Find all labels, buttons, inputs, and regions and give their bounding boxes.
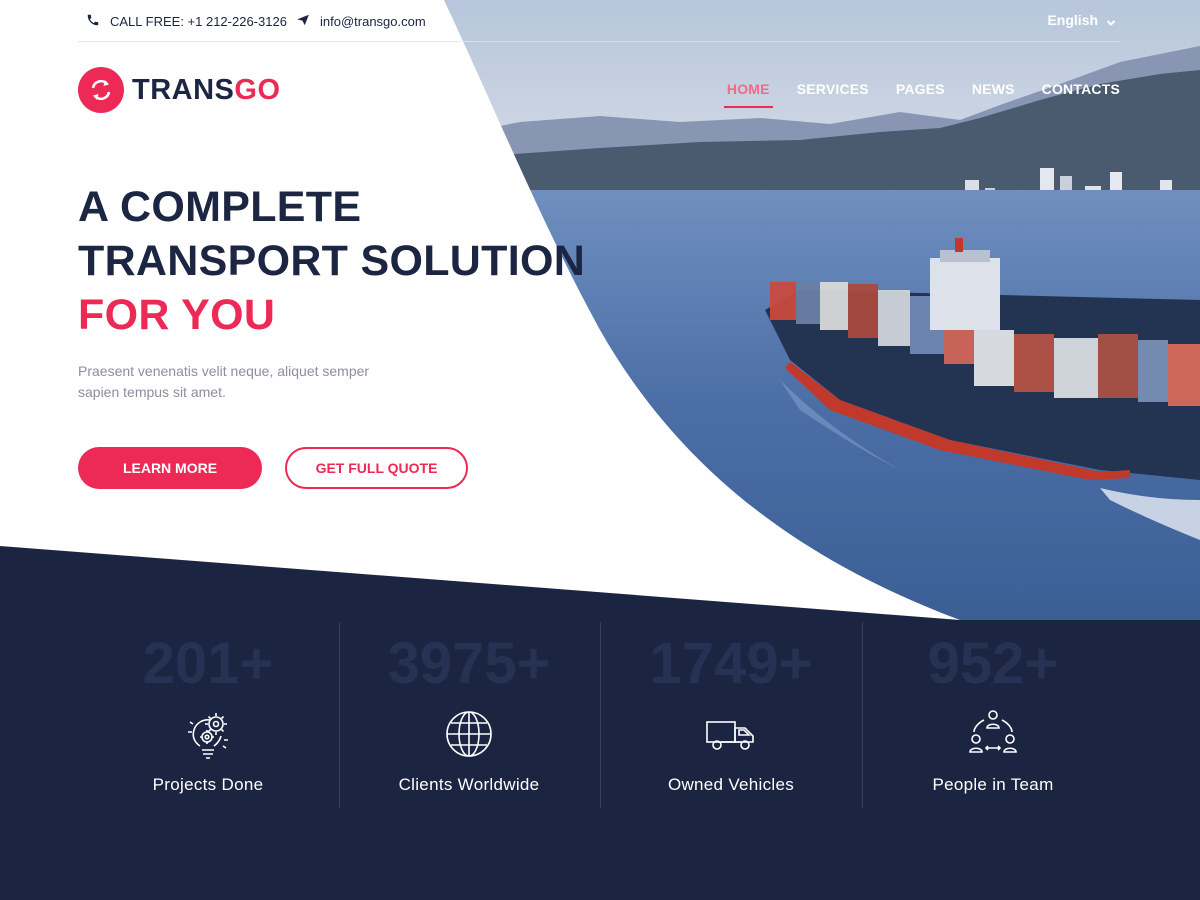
language-label: English [1047, 12, 1098, 28]
nav-contacts[interactable]: CONTACTS [1042, 81, 1120, 97]
stat-owned-vehicles: 1749+ Owned Vehicles [600, 620, 862, 810]
hero-headline: A COMPLETE TRANSPORT SOLUTION FOR YOU [78, 180, 585, 342]
email-text: info@transgo.com [320, 13, 426, 29]
stat-number: 952+ [927, 631, 1059, 696]
chevron-down-icon [1106, 15, 1116, 26]
top-bar: CALL FREE: +1 212-226-3126 info@transgo.… [78, 0, 1120, 42]
stat-label: Clients Worldwide [398, 775, 540, 794]
topbar-divider [78, 41, 1120, 42]
stat-number: 1749+ [649, 631, 813, 696]
hero-headline-line-1: A COMPLETE [78, 183, 362, 231]
get-full-quote-button[interactable]: GET FULL QUOTE [285, 447, 468, 489]
logo-text-go: GO [234, 73, 281, 106]
nav-news[interactable]: NEWS [972, 81, 1015, 97]
email-contact[interactable]: info@transgo.com [296, 13, 426, 29]
main-nav: HOME SERVICES PAGES NEWS CONTACTS [700, 81, 1120, 108]
paper-plane-icon [296, 13, 312, 29]
stat-number: 3975+ [387, 631, 551, 696]
nav-home[interactable]: HOME [723, 81, 773, 108]
hero-headline-line-3: FOR YOU [78, 291, 276, 339]
stat-label: Projects Done [152, 775, 264, 794]
stat-label: Owned Vehicles [667, 775, 795, 794]
stat-clients-worldwide: 3975+ Clients Worldwide [338, 620, 600, 810]
phone-icon [86, 13, 102, 29]
lightbulb-gears-icon [180, 706, 236, 762]
hero-headline-line-2: TRANSPORT SOLUTION [78, 237, 586, 285]
stat-number: 201+ [142, 631, 274, 696]
globe-icon [441, 706, 497, 762]
language-selector[interactable]: English [1047, 12, 1116, 28]
learn-more-button[interactable]: LEARN MORE [78, 447, 262, 489]
stat-projects-done: 201+ Projects Done [77, 620, 339, 810]
hero-subtext: Praesent venenatis velit neque, aliquet … [78, 363, 370, 400]
site-logo[interactable]: TRANS GO [78, 67, 281, 113]
logo-mark-icon [78, 67, 124, 113]
truck-icon [703, 706, 759, 762]
nav-services[interactable]: SERVICES [797, 81, 869, 97]
phone-text: CALL FREE: +1 212-226-3126 [110, 13, 287, 29]
stat-label: People in Team [932, 775, 1054, 794]
logo-text-trans: TRANS [132, 73, 235, 106]
team-network-icon [965, 706, 1021, 762]
nav-pages[interactable]: PAGES [896, 81, 945, 97]
phone-contact[interactable]: CALL FREE: +1 212-226-3126 [86, 13, 287, 29]
stat-people-in-team: 952+ People in Team [862, 620, 1124, 810]
